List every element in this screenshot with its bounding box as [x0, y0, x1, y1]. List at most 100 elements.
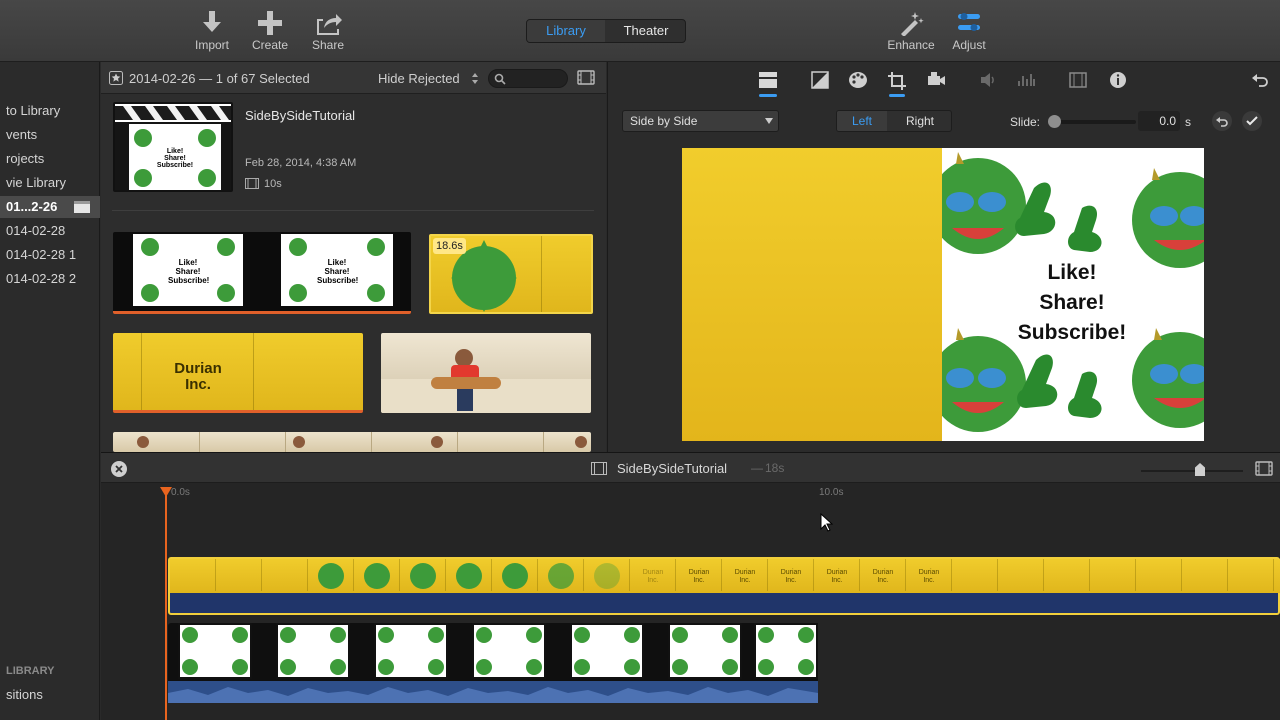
side-selector: Left Right — [836, 110, 952, 132]
filmstrip-settings-icon[interactable] — [1255, 461, 1273, 476]
clip-durian-animation[interactable]: 18.6s — [429, 234, 593, 314]
share-icon — [317, 14, 342, 35]
clip-durian-title[interactable]: Durian Inc. — [113, 333, 363, 413]
overlay-frame — [754, 623, 818, 679]
plus-icon — [258, 11, 282, 35]
share-label: Share — [311, 38, 345, 52]
palette-icon[interactable] — [848, 70, 868, 90]
timeline-primary-clip[interactable]: Durian Inc. Durian Inc. Durian Inc. Duri… — [168, 557, 1280, 615]
sidebar-item-photos-library[interactable]: to Library — [0, 100, 100, 122]
sidebar-item-event[interactable]: 014-02-28 — [0, 220, 100, 242]
overlay-frame — [178, 623, 252, 679]
tick-label: 0.0s — [171, 487, 190, 498]
playhead-marker-icon[interactable] — [160, 487, 172, 497]
timeline-overlay-clip[interactable] — [168, 623, 818, 703]
import-label: Import — [194, 38, 229, 52]
sidebar-item-event-selected[interactable]: 01...2-26 — [0, 196, 100, 218]
preview-text: Like! Share! Subscribe! — [1017, 261, 1127, 344]
close-button[interactable] — [111, 461, 127, 477]
zoom-slider[interactable] — [1141, 463, 1243, 476]
durian-label: Durian Inc. — [780, 569, 802, 584]
sidebar-item-projects[interactable]: rojects — [0, 148, 100, 170]
clip-like-share[interactable]: Like! Share! Subscribe! Like! Share! Sub… — [113, 232, 411, 314]
info-icon[interactable] — [1108, 70, 1128, 90]
tick-label: 10.0s — [819, 487, 844, 498]
slide-unit: s — [1185, 115, 1191, 129]
slide-label: Slide: — [1010, 115, 1041, 129]
checkmark-icon — [1246, 116, 1258, 126]
sliders-icon — [958, 13, 980, 31]
durian-label: Durian Inc. — [642, 569, 664, 584]
timeline-header: SideBySideTutorial — 18s — [101, 453, 1280, 483]
enhance-button[interactable]: Enhance — [881, 10, 941, 52]
adjust-label: Adjust — [952, 38, 986, 52]
library-tab[interactable]: Library — [527, 20, 605, 42]
theater-tab[interactable]: Theater — [607, 20, 685, 42]
durian-label: Durian Inc. — [826, 569, 848, 584]
overlay-frame — [276, 623, 350, 679]
color-balance-icon[interactable] — [810, 70, 830, 90]
overlay-frame — [374, 623, 448, 679]
overlay-mode-value: Side by Side — [630, 114, 698, 128]
slide-value-field[interactable]: 0.0 — [1138, 111, 1180, 131]
thumb-text: Like! Share! Subscribe! — [317, 258, 359, 285]
volume-icon[interactable] — [978, 70, 998, 90]
create-button[interactable]: Create — [240, 10, 300, 52]
overlay-frame — [668, 623, 742, 679]
timeline-duration-dash: — — [751, 461, 763, 475]
durian-label: Durian Inc. — [872, 569, 894, 584]
clip-filmstrip: Durian Inc. Durian Inc. Durian Inc. Duri… — [170, 559, 1280, 593]
durian-label: Durian Inc. — [688, 569, 710, 584]
sidebar-item-movie-library[interactable]: vie Library — [0, 172, 100, 194]
sidebar-item-event[interactable]: 014-02-28 2 — [0, 268, 100, 290]
sidebar-section-header: LIBRARY — [6, 665, 55, 677]
search-field[interactable] — [488, 69, 568, 88]
sidebar-item-label: 01...2-26 — [6, 199, 58, 214]
event-title: 2014-02-26 — 1 of 67 Selected — [129, 71, 310, 86]
title-card-text: Durian Inc. — [174, 360, 222, 393]
video-preview[interactable]: Like! Share! Subscribe! — [682, 148, 1204, 441]
crop-icon — [888, 72, 906, 97]
clip-guitar-strip[interactable] — [113, 432, 591, 452]
sidebar-item-event[interactable]: 014-02-28 1 — [0, 244, 100, 266]
speed-icon[interactable] — [1068, 70, 1088, 90]
apply-button[interactable] — [1242, 111, 1262, 131]
right-button[interactable]: Right — [889, 111, 951, 131]
playhead[interactable] — [165, 489, 167, 720]
equalizer-icon[interactable] — [1016, 70, 1036, 90]
slide-slider[interactable] — [1048, 115, 1136, 128]
crop-button[interactable] — [886, 70, 908, 98]
project-duration: 10s — [264, 178, 282, 190]
filmstrip-icon[interactable] — [577, 70, 595, 85]
search-icon — [494, 73, 506, 85]
hide-rejected-popup[interactable]: Hide Rejected — [378, 71, 460, 86]
star-icon[interactable] — [109, 71, 123, 85]
stabilization-camera-icon[interactable] — [926, 70, 946, 90]
browser-header: 2014-02-26 — 1 of 67 Selected Hide Rejec… — [101, 62, 606, 94]
create-label: Create — [251, 38, 289, 52]
zoom-slider-knob[interactable] — [1195, 463, 1205, 476]
reset-button[interactable] — [1212, 111, 1232, 131]
sidebar-item-events[interactable]: vents — [0, 124, 100, 146]
adjust-button[interactable]: Adjust — [939, 10, 999, 52]
import-button[interactable]: Import — [182, 10, 242, 52]
imovie-window: Import Create Share Library Theater Enha… — [0, 0, 1280, 720]
project-thumbnail[interactable]: Like! Share! Subscribe! — [113, 102, 233, 192]
media-browser: 2014-02-26 — 1 of 67 Selected Hide Rejec… — [101, 62, 606, 452]
left-button[interactable]: Left — [837, 111, 887, 131]
video-overlay-settings-button[interactable] — [756, 70, 780, 98]
sidebar-item-transitions[interactable]: sitions — [0, 684, 100, 706]
clip-guitar-player[interactable] — [381, 333, 591, 413]
overlay-mode-popup[interactable]: Side by Side — [622, 110, 779, 132]
reset-all-icon[interactable] — [1250, 70, 1270, 90]
project-date: Feb 28, 2014, 4:38 AM — [245, 157, 357, 169]
durian-label: Durian Inc. — [918, 569, 940, 584]
overlay-icon — [759, 72, 777, 97]
import-icon — [203, 11, 221, 32]
share-button[interactable]: Share — [298, 10, 358, 52]
library-sidebar: to Library vents rojects vie Library 01.… — [0, 62, 100, 720]
project-name: SideBySideTutorial — [245, 108, 356, 123]
overlay-frame — [472, 623, 546, 679]
slider-knob[interactable] — [1048, 115, 1061, 128]
undo-icon — [1216, 117, 1228, 127]
